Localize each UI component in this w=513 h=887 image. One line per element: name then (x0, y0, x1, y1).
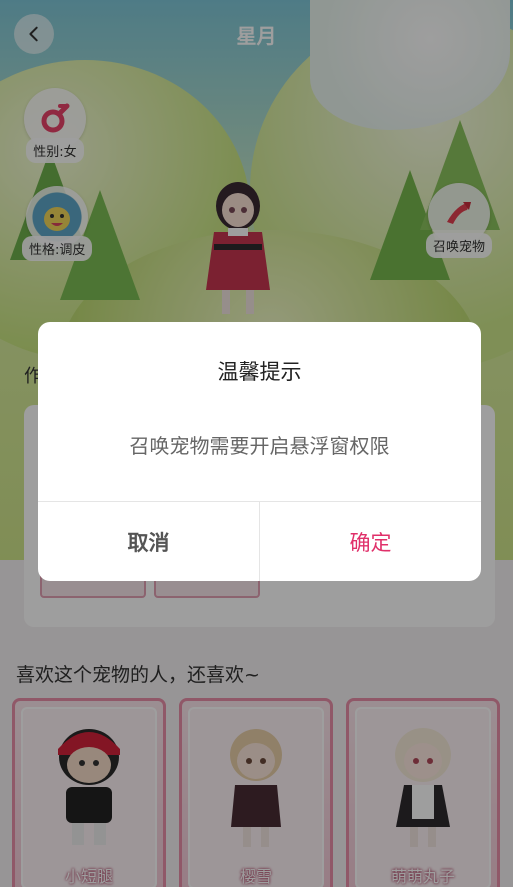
confirm-button[interactable]: 确定 (260, 502, 481, 581)
dialog-message: 召唤宠物需要开启悬浮窗权限 (129, 434, 390, 458)
dialog-title: 温馨提示 (217, 360, 302, 384)
permission-dialog: 温馨提示 召唤宠物需要开启悬浮窗权限 取消 确定 (38, 322, 481, 581)
cancel-button[interactable]: 取消 (38, 502, 260, 581)
dialog-actions: 取消 确定 (38, 501, 481, 581)
